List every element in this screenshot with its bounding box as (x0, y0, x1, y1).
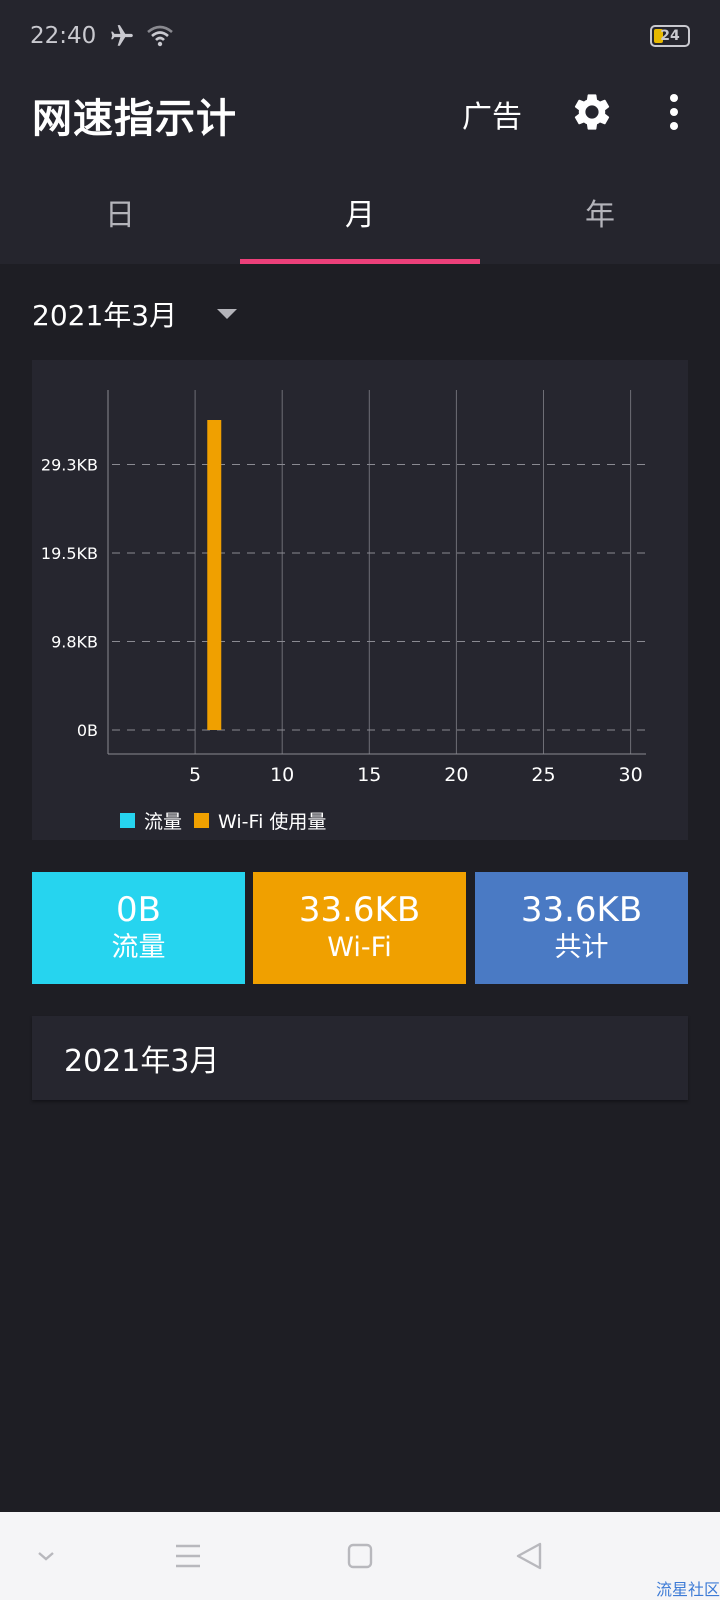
tab-day[interactable]: 日 (0, 160, 240, 264)
app-bar: 网速指示计 广告 (0, 72, 720, 160)
app-title: 网速指示计 (32, 96, 237, 142)
legend-item-mobile: 流量 (120, 807, 182, 834)
usage-chart: 5 10 15 20 25 30 0B 9.8KB 19.5KB 29.3KB 流量 Wi-Fi … (32, 360, 688, 840)
y-tick-label: 29.3KB (41, 456, 98, 475)
tab-month[interactable]: 月 (240, 160, 480, 264)
tab-year[interactable]: 年 (480, 160, 720, 264)
legend-swatch-mobile (120, 812, 135, 828)
x-tick-label: 25 (531, 764, 555, 786)
x-tick-label: 20 (444, 764, 468, 786)
airplane-icon (108, 23, 136, 49)
x-tick-label: 10 (270, 764, 294, 786)
x-tick-label: 5 (189, 764, 201, 786)
stat-label-total: 共计 (554, 932, 609, 963)
stat-card-mobile: 0B 流量 (32, 872, 245, 984)
month-dropdown[interactable]: 2021年3月 (32, 288, 238, 340)
status-time: 22:40 (30, 23, 97, 49)
legend-label-wifi: Wi-Fi 使用量 (218, 810, 327, 833)
legend-item-wifi: Wi-Fi 使用量 (194, 807, 326, 834)
period-tabs: 日 月 年 (0, 160, 720, 264)
battery-level: 24 (660, 28, 680, 44)
y-tick-label: 19.5KB (41, 544, 98, 563)
x-tick-label: 30 (619, 764, 643, 786)
list-item-label: 2021年3月 (64, 1044, 220, 1079)
month-dropdown-value: 2021年3月 (32, 299, 178, 332)
back-triangle-icon[interactable] (512, 1538, 548, 1574)
status-bar: 22:40 24 (0, 0, 720, 72)
stat-label-mobile: 流量 (111, 932, 166, 963)
gear-icon[interactable] (570, 90, 614, 134)
stat-card-total: 33.6KB 共计 (475, 872, 688, 984)
legend-label-mobile: 流量 (144, 810, 183, 833)
menu-icon[interactable] (170, 1538, 206, 1574)
y-tick-label: 0B (77, 721, 98, 740)
legend-swatch-wifi (194, 812, 210, 828)
ad-button[interactable]: 广告 (462, 92, 522, 136)
battery-icon: 24 (650, 25, 690, 47)
home-square-icon[interactable] (342, 1538, 378, 1574)
wifi-icon (146, 24, 174, 48)
chart-canvas: 5 10 15 20 25 30 0B 9.8KB 19.5KB 29.3KB (41, 390, 646, 786)
y-tick-label: 9.8KB (51, 633, 98, 652)
stat-card-wifi: 33.6KB Wi-Fi (253, 872, 466, 984)
more-vert-icon[interactable] (664, 92, 684, 132)
caret-down-icon (217, 309, 238, 319)
system-nav-bar: 流星社区 (0, 1512, 720, 1600)
stat-label-wifi: Wi-Fi (327, 932, 392, 963)
chart-bar-wifi (207, 420, 222, 730)
watermark-text: 流星社区 (655, 1580, 720, 1599)
x-tick-label: 15 (357, 764, 381, 786)
chevron-down-icon[interactable] (28, 1538, 64, 1574)
chart-legend: 流量 Wi-Fi 使用量 (120, 807, 338, 834)
stat-value-wifi: 33.6KB (298, 890, 421, 930)
list-item-month[interactable]: 2021年3月 (32, 1016, 688, 1100)
stat-value-total: 33.6KB (520, 890, 643, 930)
stat-value-mobile: 0B (116, 890, 161, 930)
